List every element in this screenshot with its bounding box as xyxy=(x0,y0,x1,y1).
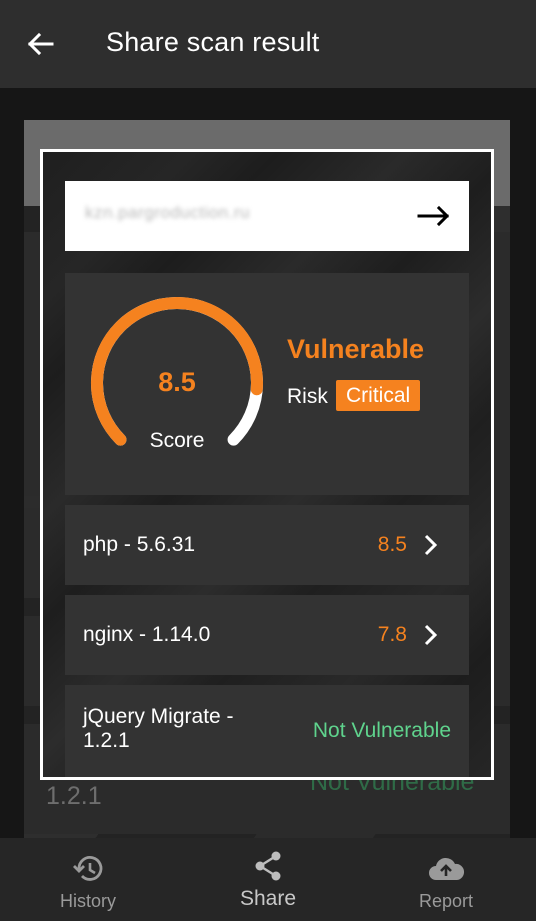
vuln-score: 7.8 xyxy=(377,623,407,646)
nav-history[interactable]: History xyxy=(30,838,146,921)
cloud-upload-icon xyxy=(429,857,465,880)
risk-badge: Critical xyxy=(336,380,421,411)
nav-history-label: History xyxy=(59,891,116,911)
page-title: Share scan result xyxy=(106,27,320,57)
arrow-left-icon xyxy=(27,32,54,56)
arrow-right-icon[interactable] xyxy=(417,201,451,231)
history-icon xyxy=(73,856,103,881)
bottom-nav: History Share Report xyxy=(0,838,536,921)
vuln-score: 8.5 xyxy=(377,533,407,556)
nav-report-label: Report xyxy=(418,891,474,911)
vuln-name: nginx - 1.14.0 xyxy=(83,623,211,646)
status-title: Vulnerable xyxy=(287,334,425,364)
risk-label: Risk xyxy=(287,385,328,408)
chevron-right-icon xyxy=(424,624,438,646)
vuln-name: php - 5.6.31 xyxy=(83,533,196,556)
app-bar: Share scan result xyxy=(0,0,536,88)
back-button[interactable] xyxy=(22,24,58,64)
background-version-text: 1.2.1 xyxy=(46,782,102,810)
nav-report[interactable]: Report xyxy=(388,838,504,921)
vuln-row-nginx[interactable]: nginx - 1.14.0 7.8 xyxy=(65,595,469,675)
nav-share-label: Share xyxy=(239,887,297,910)
url-bar[interactable]: kzn.pargroduction.ru xyxy=(65,181,469,251)
share-preview: kzn.pargroduction.ru 8.5 Score Vulnerabl… xyxy=(40,149,494,780)
url-text: kzn.pargroduction.ru xyxy=(85,203,250,222)
score-value: 8.5 xyxy=(158,367,196,397)
chevron-right-icon xyxy=(424,534,438,556)
vuln-status: Not Vulnerable xyxy=(312,719,451,742)
score-card: 8.5 Score Vulnerable Risk Critical xyxy=(65,273,469,495)
vuln-name: jQuery Migrate - 1.2.1 xyxy=(83,705,234,752)
vuln-row-php[interactable]: php - 5.6.31 8.5 xyxy=(65,505,469,585)
share-icon xyxy=(255,851,281,881)
vuln-row-jquery-migrate[interactable]: jQuery Migrate - 1.2.1 Not Vulnerable xyxy=(65,685,469,777)
nav-share[interactable]: Share xyxy=(210,838,326,921)
score-label: Score xyxy=(149,429,205,452)
